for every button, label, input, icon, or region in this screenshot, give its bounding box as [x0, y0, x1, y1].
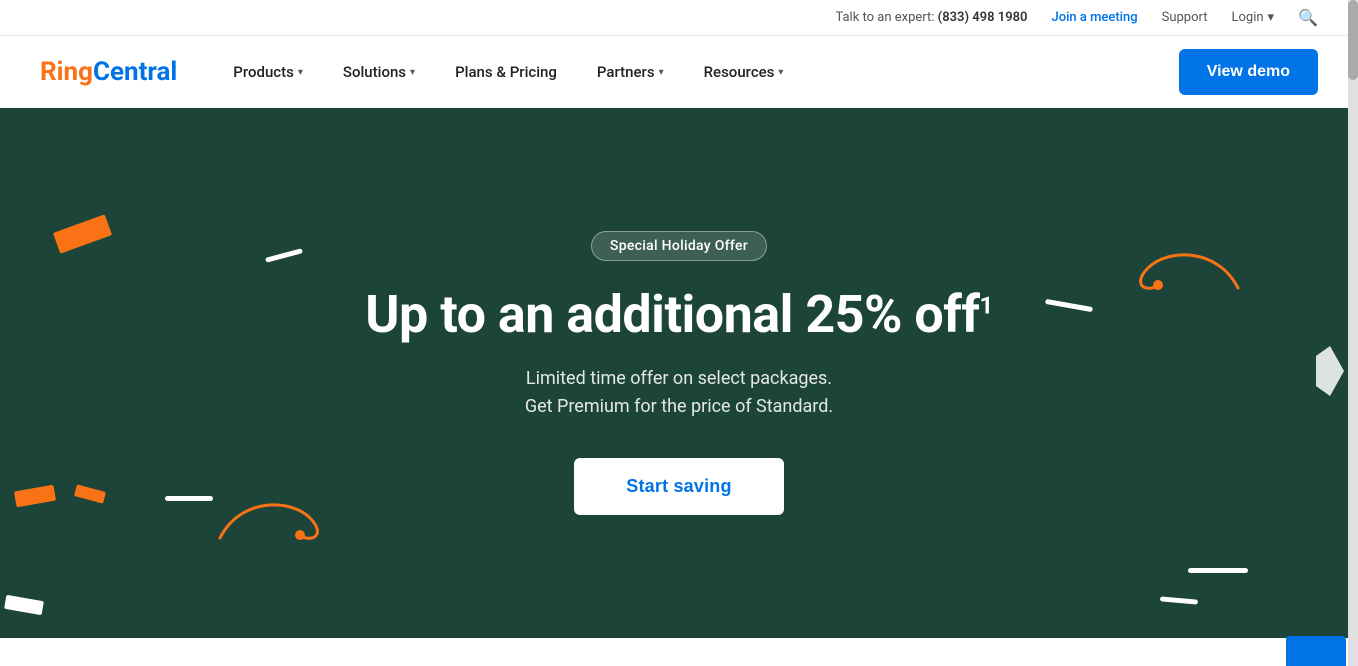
nav-partners[interactable]: Partners ▾	[581, 55, 680, 89]
confetti-dash-4	[1188, 568, 1248, 573]
logo[interactable]: RingCentral	[40, 57, 177, 87]
logo-ring: Ring	[40, 57, 93, 87]
navbar: RingCentral Products ▾ Solutions ▾ Plans…	[0, 36, 1358, 108]
logo-central: Central	[93, 57, 177, 87]
hero-content: Special Holiday Offer Up to an additiona…	[365, 231, 992, 515]
nav-plans-label: Plans & Pricing	[455, 63, 557, 81]
nav-links: Products ▾ Solutions ▾ Plans & Pricing P…	[217, 55, 1178, 89]
scrollbar-thumb[interactable]	[1348, 0, 1358, 80]
headline-sup: 1	[979, 291, 992, 319]
hero-subtext: Limited time offer on select packages. G…	[365, 365, 992, 423]
confetti-orange-3	[74, 484, 106, 503]
join-meeting-link[interactable]: Join a meeting	[1051, 10, 1137, 25]
nav-products-label: Products	[233, 63, 294, 81]
confetti-dash-1	[265, 248, 303, 263]
nav-resources[interactable]: Resources ▾	[688, 55, 800, 89]
nav-resources-label: Resources	[704, 63, 775, 81]
login-chevron-icon: ▾	[1268, 10, 1275, 25]
confetti-dash-2	[165, 496, 213, 501]
confetti-dash-3	[1045, 299, 1093, 312]
nav-partners-label: Partners	[597, 63, 655, 81]
products-chevron-icon: ▾	[298, 67, 303, 78]
hero-subtext-line2: Get Premium for the price of Standard.	[525, 396, 833, 417]
partners-chevron-icon: ▾	[659, 67, 664, 78]
arrow-decoration	[1316, 346, 1344, 400]
view-demo-button[interactable]: View demo	[1179, 49, 1318, 95]
top-bar: Talk to an expert: (833) 498 1980 Join a…	[0, 0, 1358, 36]
phone-number[interactable]: (833) 498 1980	[938, 10, 1028, 25]
hero-headline: Up to an additional 25% off1	[365, 285, 992, 345]
confetti-white-2	[4, 595, 44, 615]
swirl-left-icon	[210, 488, 340, 548]
login-dropdown[interactable]: Login ▾	[1231, 10, 1274, 25]
headline-main-text: Up to an additional 25% off	[365, 284, 979, 345]
holiday-badge: Special Holiday Offer	[591, 231, 767, 261]
confetti-orange-1	[53, 214, 112, 253]
search-icon[interactable]: 🔍	[1298, 8, 1318, 27]
scrollbar[interactable]	[1348, 0, 1358, 666]
resources-chevron-icon: ▾	[778, 67, 783, 78]
hero-subtext-line1: Limited time offer on select packages.	[526, 368, 832, 389]
swirl-right-icon	[1138, 228, 1248, 298]
bottom-cta-widget[interactable]	[1286, 636, 1346, 666]
login-label: Login	[1231, 10, 1263, 25]
talk-to-expert: Talk to an expert: (833) 498 1980	[835, 10, 1027, 25]
nav-solutions[interactable]: Solutions ▾	[327, 55, 431, 89]
nav-products[interactable]: Products ▾	[217, 55, 319, 89]
nav-plans-pricing[interactable]: Plans & Pricing	[439, 55, 573, 89]
solutions-chevron-icon: ▾	[410, 67, 415, 78]
support-link[interactable]: Support	[1162, 10, 1208, 25]
talk-label: Talk to an expert:	[835, 10, 934, 25]
confetti-orange-2	[14, 485, 56, 508]
nav-solutions-label: Solutions	[343, 63, 406, 81]
start-saving-button[interactable]: Start saving	[574, 458, 783, 515]
hero-section: Special Holiday Offer Up to an additiona…	[0, 108, 1358, 638]
confetti-dash-5	[1160, 596, 1198, 604]
